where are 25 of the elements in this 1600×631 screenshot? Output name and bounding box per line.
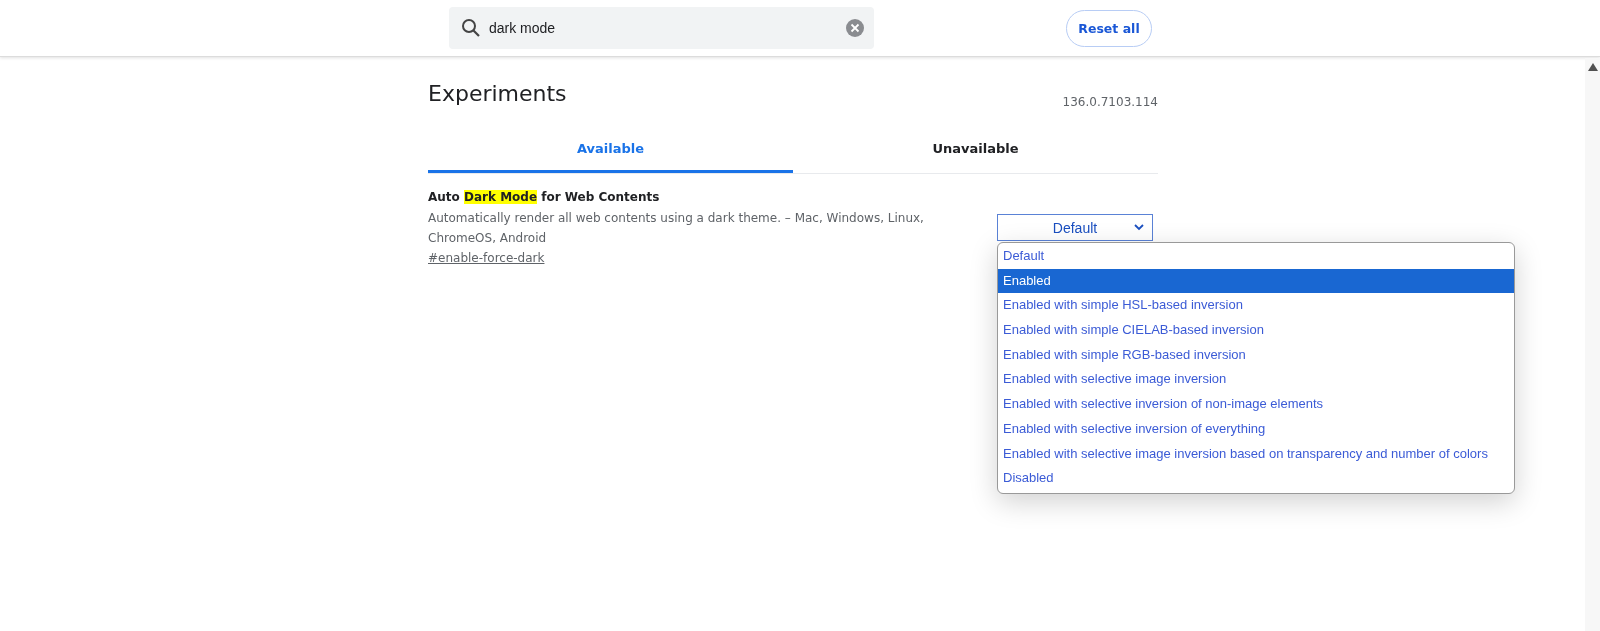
dropdown-option[interactable]: Enabled with selective inversion of non-image elements	[998, 392, 1514, 417]
dropdown-option[interactable]: Default	[998, 244, 1514, 269]
scrollbar[interactable]	[1585, 58, 1600, 631]
search-field[interactable]: dark mode	[449, 7, 874, 49]
dropdown-option[interactable]: Enabled with selective image inversion	[998, 367, 1514, 393]
dropdown-option[interactable]: Enabled with simple CIELAB-based inversion	[998, 318, 1514, 343]
experiment-link[interactable]: #enable-force-dark	[428, 251, 545, 265]
reset-all-button[interactable]: Reset all	[1066, 9, 1152, 47]
caret-icon	[1134, 224, 1144, 231]
dropdown-option[interactable]: Enabled	[998, 268, 1514, 294]
experiment-title: Auto Dark Mode for Web Contents	[428, 189, 661, 206]
option-select[interactable]: Default	[997, 214, 1153, 241]
dropdown-option[interactable]: Enabled with simple RGB-based inversion	[998, 342, 1514, 368]
dropdown-option[interactable]: Enabled with simple HSL-based inversion	[998, 293, 1514, 319]
search-icon	[461, 18, 481, 38]
clear-icon[interactable]	[846, 19, 864, 37]
tab[interactable]: Unavailable	[793, 129, 1158, 173]
experiment-description: Automatically render all web contents using a dark theme. – Mac, Windows, Linux, ChromeOS, Android	[428, 210, 925, 247]
dropdown-option[interactable]: Enabled with selective inversion of everything	[998, 416, 1514, 442]
version-number: 136.0.7103.114	[1062, 95, 1158, 109]
tab[interactable]: Available	[428, 129, 793, 173]
page-heading: Experiments	[428, 80, 567, 108]
scroll-up-icon[interactable]	[1587, 63, 1598, 71]
dropdown-option[interactable]: Disabled	[998, 466, 1514, 491]
dropdown-option[interactable]: Enabled with selective image inversion based on transparency and number of colors	[998, 441, 1514, 467]
